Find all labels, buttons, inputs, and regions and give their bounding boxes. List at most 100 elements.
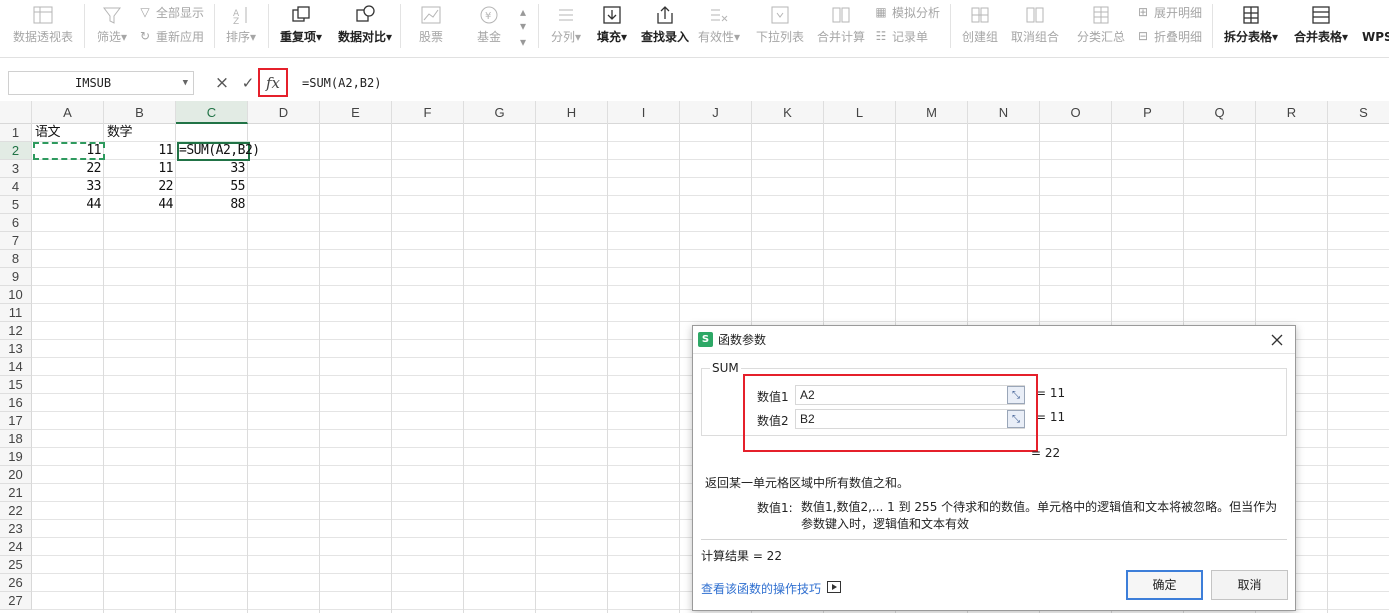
column-header-p[interactable]: P (1112, 101, 1184, 124)
consolidate-button[interactable]: 合并计算 (814, 0, 868, 52)
row-header-18[interactable]: 18 (0, 430, 32, 448)
row-header-6[interactable]: 6 (0, 214, 32, 232)
column-header-n[interactable]: N (968, 101, 1040, 124)
column-header-f[interactable]: F (392, 101, 464, 124)
sort-button[interactable]: AZ 排序▾ (220, 0, 262, 52)
cell-b4[interactable]: 22 (104, 178, 176, 196)
row-header-16[interactable]: 16 (0, 394, 32, 412)
data-compare-button[interactable]: 数据对比▾ (334, 0, 396, 52)
cell-b5[interactable]: 44 (104, 196, 176, 214)
subtotal-icon (1090, 0, 1112, 30)
row-header-19[interactable]: 19 (0, 448, 32, 466)
row-header-4[interactable]: 4 (0, 178, 32, 196)
row-header-2[interactable]: 2 (0, 142, 32, 160)
cell-b1[interactable]: 数学 (104, 124, 135, 142)
column-header-d[interactable]: D (248, 101, 320, 124)
function-tips-link[interactable]: 查看该函数的操作技巧 (701, 580, 842, 597)
row-header-26[interactable]: 26 (0, 574, 32, 592)
name-box[interactable]: IMSUB ▼ (8, 71, 194, 95)
fund-button[interactable]: ¥ 基金 (464, 0, 514, 52)
merge-table-button[interactable]: 合并表格▾ (1288, 0, 1354, 52)
cancel-formula-button[interactable]: × (210, 71, 234, 95)
row-header-15[interactable]: 15 (0, 376, 32, 394)
column-header-g[interactable]: G (464, 101, 536, 124)
column-header-l[interactable]: L (824, 101, 896, 124)
row-header-7[interactable]: 7 (0, 232, 32, 250)
row-header-3[interactable]: 3 (0, 160, 32, 178)
confirm-formula-button[interactable]: ✓ (236, 71, 260, 95)
expand-detail-button[interactable]: ⊞ 展开明细 (1134, 2, 1202, 22)
dialog-close-button[interactable] (1267, 330, 1287, 350)
wps-button[interactable]: WPS (1362, 0, 1389, 52)
insert-function-button[interactable]: fx (258, 68, 288, 97)
row-header-23[interactable]: 23 (0, 520, 32, 538)
row-header-20[interactable]: 20 (0, 466, 32, 484)
row-header-5[interactable]: 5 (0, 196, 32, 214)
row-header-12[interactable]: 12 (0, 322, 32, 340)
filter-button[interactable]: 筛选▾ (90, 0, 134, 52)
row-header-21[interactable]: 21 (0, 484, 32, 502)
show-all-button[interactable]: ▽ 全部显示 (136, 2, 204, 22)
calculation-result: 计算结果 = 22 (701, 549, 782, 563)
column-header-s[interactable]: S (1328, 101, 1389, 124)
dropdown-list-button[interactable]: 下拉列表 (752, 0, 808, 52)
collapse-detail-button[interactable]: ⊟ 折叠明细 (1134, 26, 1202, 46)
cell-c5[interactable]: 88 (176, 196, 248, 214)
split-column-button[interactable]: 分列▾ (546, 0, 586, 52)
row-header-14[interactable]: 14 (0, 358, 32, 376)
column-header-k[interactable]: K (752, 101, 824, 124)
more-options-icon[interactable]: ▾ (520, 32, 526, 52)
ok-button[interactable]: 确定 (1126, 570, 1203, 600)
cell-a1[interactable]: 语文 (32, 124, 63, 142)
row-header-10[interactable]: 10 (0, 286, 32, 304)
column-header-a[interactable]: A (32, 101, 104, 124)
pivot-table-button[interactable]: 数据透视表 (8, 0, 78, 52)
row-header-11[interactable]: 11 (0, 304, 32, 322)
reapply-button[interactable]: ↻ 重新应用 (136, 26, 204, 46)
column-header-c[interactable]: C (176, 101, 248, 124)
create-group-button[interactable]: 创建组 (956, 0, 1004, 52)
stock-button[interactable]: 股票 (406, 0, 456, 52)
column-header-q[interactable]: Q (1184, 101, 1256, 124)
row-header-9[interactable]: 9 (0, 268, 32, 286)
cell-b2[interactable]: 11 (104, 142, 176, 160)
row-header-8[interactable]: 8 (0, 250, 32, 268)
row-header-25[interactable]: 25 (0, 556, 32, 574)
what-if-button[interactable]: ▦ 模拟分析 (872, 2, 940, 22)
cell-c4[interactable]: 55 (176, 178, 248, 196)
fill-button[interactable]: 填充▾ (592, 0, 632, 52)
column-header-j[interactable]: J (680, 101, 752, 124)
row-header-24[interactable]: 24 (0, 538, 32, 556)
column-header-o[interactable]: O (1040, 101, 1112, 124)
cell-a5[interactable]: 44 (32, 196, 104, 214)
ungroup-button[interactable]: 取消组合 (1006, 0, 1064, 52)
column-header-h[interactable]: H (536, 101, 608, 124)
row-header-22[interactable]: 22 (0, 502, 32, 520)
column-header-m[interactable]: M (896, 101, 968, 124)
ungroup-icon (1024, 0, 1046, 30)
column-header-e[interactable]: E (320, 101, 392, 124)
column-header-r[interactable]: R (1256, 101, 1328, 124)
cell-a2[interactable]: 11 (32, 142, 104, 160)
validity-button[interactable]: 有效性▾ (696, 0, 742, 52)
column-header-i[interactable]: I (608, 101, 680, 124)
formula-input[interactable]: =SUM(A2,B2) (302, 71, 1389, 95)
column-header-b[interactable]: B (104, 101, 176, 124)
row-header-27[interactable]: 27 (0, 592, 32, 610)
cell-a4[interactable]: 33 (32, 178, 104, 196)
row-header-1[interactable]: 1 (0, 124, 32, 142)
select-all-corner[interactable] (0, 101, 32, 124)
duplicates-button[interactable]: 重复项▾ (274, 0, 328, 52)
cell-c3[interactable]: 33 (176, 160, 248, 178)
split-table-button[interactable]: 拆分表格▾ (1218, 0, 1284, 52)
cancel-button[interactable]: 取消 (1211, 570, 1288, 600)
cell-c2[interactable]: =SUM(A2,B2) (176, 142, 263, 160)
chevron-down-icon[interactable]: ▼ (183, 72, 188, 94)
row-header-13[interactable]: 13 (0, 340, 32, 358)
lookup-entry-button[interactable]: 查找录入 (638, 0, 692, 52)
row-header-17[interactable]: 17 (0, 412, 32, 430)
record-form-button[interactable]: ☷ 记录单 (872, 26, 928, 46)
cell-b3[interactable]: 11 (104, 160, 176, 178)
cell-a3[interactable]: 22 (32, 160, 104, 178)
subtotal-button[interactable]: 分类汇总 (1074, 0, 1128, 52)
